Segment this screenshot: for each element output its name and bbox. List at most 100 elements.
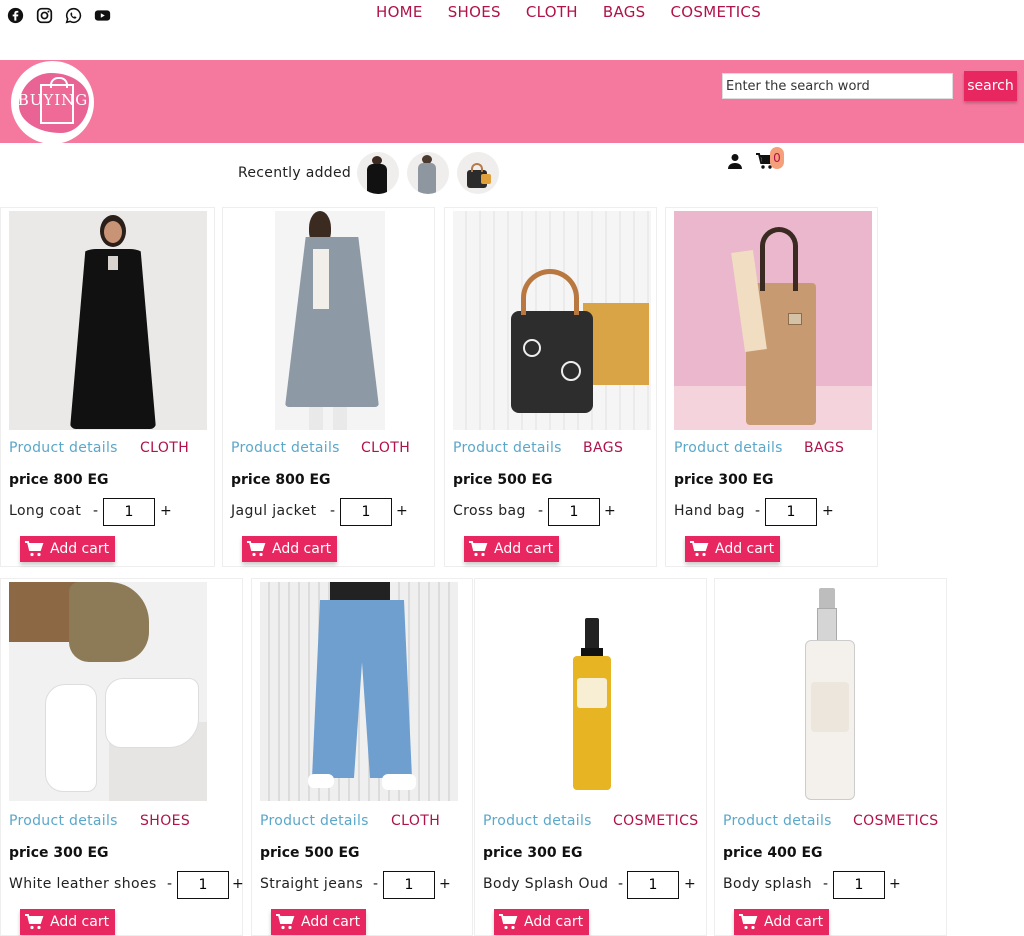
quantity-input[interactable] bbox=[833, 871, 885, 899]
product-category: CLOTH bbox=[140, 440, 190, 456]
user-icon[interactable] bbox=[727, 153, 743, 169]
increase-qty-button[interactable]: + bbox=[604, 503, 616, 519]
search-input[interactable] bbox=[722, 73, 953, 99]
grey-jacket-thumb[interactable] bbox=[407, 152, 450, 194]
product-card: Product details COSMETICS price 300 EG B… bbox=[474, 578, 707, 936]
add-cart-label: Add cart bbox=[50, 541, 110, 557]
cart-icon bbox=[739, 914, 758, 930]
product-price: price 800 EG bbox=[231, 472, 331, 488]
product-details-link[interactable]: Product details bbox=[9, 440, 118, 456]
add-cart-button[interactable]: Add cart bbox=[494, 909, 589, 935]
add-cart-button[interactable]: Add cart bbox=[20, 909, 115, 935]
nav-home[interactable]: HOME bbox=[376, 3, 423, 21]
whatsapp-icon[interactable] bbox=[64, 6, 83, 25]
increase-qty-button[interactable]: + bbox=[439, 876, 451, 892]
product-image[interactable] bbox=[275, 211, 385, 430]
quantity-input[interactable] bbox=[383, 871, 435, 899]
product-name: White leather shoes bbox=[9, 876, 157, 892]
product-category: COSMETICS bbox=[613, 813, 699, 829]
nav-bags[interactable]: BAGS bbox=[603, 3, 646, 21]
product-card: Product details CLOTH price 800 EG Jagul… bbox=[222, 207, 435, 567]
add-cart-button[interactable]: Add cart bbox=[734, 909, 829, 935]
decrease-qty-button[interactable]: - bbox=[330, 503, 335, 519]
product-name: Cross bag bbox=[453, 503, 526, 519]
product-card: Product details SHOES price 300 EG White… bbox=[0, 578, 244, 936]
product-details-link[interactable]: Product details bbox=[723, 813, 832, 829]
black-coat-thumb[interactable] bbox=[357, 152, 400, 194]
decrease-qty-button[interactable]: - bbox=[538, 503, 543, 519]
cart-count-badge: 0 bbox=[770, 147, 784, 169]
cart-icon bbox=[276, 914, 295, 930]
increase-qty-button[interactable]: + bbox=[889, 876, 901, 892]
product-details-link[interactable]: Product details bbox=[260, 813, 369, 829]
cart-icon bbox=[25, 914, 44, 930]
social-links bbox=[6, 6, 112, 25]
nav-cosmetics[interactable]: COSMETICS bbox=[671, 3, 762, 21]
product-image[interactable] bbox=[453, 211, 651, 430]
product-image[interactable] bbox=[9, 211, 207, 430]
product-image[interactable] bbox=[674, 211, 872, 430]
product-card: Product details CLOTH price 500 EG Strai… bbox=[251, 578, 473, 936]
product-image[interactable] bbox=[723, 582, 921, 801]
increase-qty-button[interactable]: + bbox=[684, 876, 696, 892]
nav-cloth[interactable]: CLOTH bbox=[526, 3, 578, 21]
product-name: Body splash bbox=[723, 876, 813, 892]
increase-qty-button[interactable]: + bbox=[232, 876, 244, 892]
product-price: price 800 EG bbox=[9, 472, 109, 488]
nav-shoes[interactable]: SHOES bbox=[448, 3, 501, 21]
product-price: price 400 EG bbox=[723, 845, 823, 861]
decrease-qty-button[interactable]: - bbox=[93, 503, 98, 519]
increase-qty-button[interactable]: + bbox=[396, 503, 408, 519]
quantity-input[interactable] bbox=[103, 498, 155, 526]
product-image[interactable] bbox=[9, 582, 207, 801]
cart-icon bbox=[247, 541, 266, 557]
increase-qty-button[interactable]: + bbox=[160, 503, 172, 519]
add-cart-button[interactable]: Add cart bbox=[242, 536, 337, 562]
quantity-input[interactable] bbox=[765, 498, 817, 526]
cart-icon bbox=[499, 914, 518, 930]
quantity-input[interactable] bbox=[340, 498, 392, 526]
search-button[interactable]: search bbox=[964, 71, 1017, 101]
add-cart-button[interactable]: Add cart bbox=[464, 536, 559, 562]
top-bar: HOME SHOES CLOTH BAGS COSMETICS bbox=[0, 0, 1024, 60]
product-category: CLOTH bbox=[391, 813, 441, 829]
bag-thumb[interactable] bbox=[457, 152, 500, 194]
add-cart-button[interactable]: Add cart bbox=[20, 536, 115, 562]
product-details-link[interactable]: Product details bbox=[674, 440, 783, 456]
product-details-link[interactable]: Product details bbox=[453, 440, 562, 456]
product-category: CLOTH bbox=[361, 440, 411, 456]
quantity-input[interactable] bbox=[177, 871, 229, 899]
logo[interactable]: BUYING bbox=[11, 61, 94, 144]
decrease-qty-button[interactable]: - bbox=[373, 876, 378, 892]
instagram-icon[interactable] bbox=[35, 6, 54, 25]
product-details-link[interactable]: Product details bbox=[483, 813, 592, 829]
add-cart-button[interactable]: Add cart bbox=[685, 536, 780, 562]
product-category: COSMETICS bbox=[853, 813, 939, 829]
facebook-icon[interactable] bbox=[6, 6, 25, 25]
decrease-qty-button[interactable]: - bbox=[167, 876, 172, 892]
youtube-icon[interactable] bbox=[93, 6, 112, 25]
product-card: Product details CLOTH price 800 EG Long … bbox=[0, 207, 215, 567]
decrease-qty-button[interactable]: - bbox=[755, 503, 760, 519]
logo-text: BUYING bbox=[17, 91, 89, 109]
add-cart-button[interactable]: Add cart bbox=[271, 909, 366, 935]
decrease-qty-button[interactable]: - bbox=[618, 876, 623, 892]
product-category: BAGS bbox=[804, 440, 845, 456]
decrease-qty-button[interactable]: - bbox=[823, 876, 828, 892]
quantity-input[interactable] bbox=[548, 498, 600, 526]
product-name: Body Splash Oud bbox=[483, 876, 609, 892]
add-cart-label: Add cart bbox=[272, 541, 332, 557]
product-category: BAGS bbox=[583, 440, 624, 456]
product-name: Long coat bbox=[9, 503, 82, 519]
cart-icon bbox=[690, 541, 709, 557]
product-image[interactable] bbox=[260, 582, 458, 801]
product-name: Straight jeans bbox=[260, 876, 364, 892]
increase-qty-button[interactable]: + bbox=[822, 503, 834, 519]
add-cart-label: Add cart bbox=[524, 914, 584, 930]
product-details-link[interactable]: Product details bbox=[231, 440, 340, 456]
product-details-link[interactable]: Product details bbox=[9, 813, 118, 829]
quantity-input[interactable] bbox=[627, 871, 679, 899]
product-image[interactable] bbox=[483, 582, 681, 801]
product-price: price 300 EG bbox=[483, 845, 583, 861]
product-name: Jagul jacket bbox=[231, 503, 317, 519]
